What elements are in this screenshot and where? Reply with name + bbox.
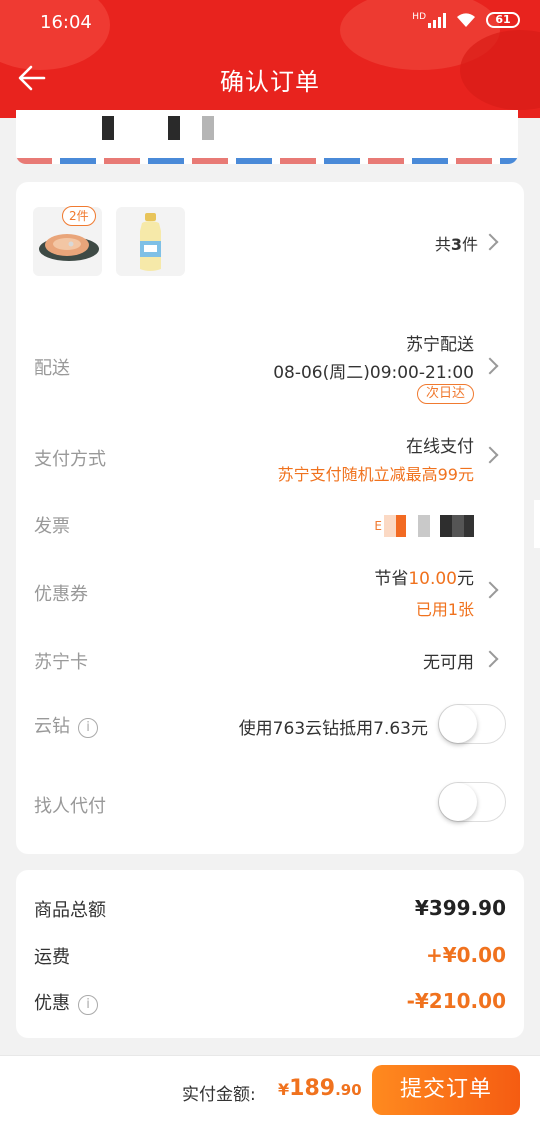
order-card: 2件 共3件 配送 苏宁配送 08-06(周二)09:00-21:00 次日达 …: [16, 182, 524, 854]
goods-total-value: ¥399.90: [414, 896, 506, 920]
discount-label-text: 优惠: [34, 993, 70, 1014]
delivery-label: 配送: [34, 358, 70, 379]
toggle-knob: [439, 705, 477, 743]
battery-icon: 61: [486, 12, 520, 28]
toggle-knob: [439, 783, 477, 821]
cloud-diamond-label: 云钻 i: [34, 712, 98, 738]
invoice-label: 发票: [34, 516, 70, 537]
suning-card-value: 无可用: [423, 653, 474, 673]
coupon-save-suffix: 元: [457, 569, 474, 589]
count-number: 3: [450, 235, 462, 254]
status-icons: HD 61: [412, 12, 520, 28]
masked-text: [102, 116, 114, 140]
quantity-badge: 2件: [62, 206, 96, 226]
count-prefix: 共: [434, 235, 451, 254]
shipping-value: +¥0.00: [425, 943, 506, 967]
item-count[interactable]: 共3件: [435, 231, 478, 255]
drink-bottle-image: [140, 213, 161, 271]
count-suffix: 件: [461, 235, 478, 254]
address-card[interactable]: [16, 110, 518, 164]
delivery-carrier: 苏宁配送: [406, 335, 474, 355]
scroll-edge: [534, 500, 540, 548]
coupon-save-prefix: 节省: [374, 569, 409, 589]
status-time: 16:04: [40, 12, 92, 33]
masked-text: [396, 515, 406, 537]
status-bar: 16:04 HD 61: [0, 0, 540, 48]
payment-label: 支付方式: [34, 449, 106, 470]
masked-text: [452, 515, 464, 537]
pay-label: 实付金额:: [182, 1085, 256, 1105]
coupon-save-amount: 10.00: [408, 569, 457, 589]
battery-level: 61: [495, 13, 511, 26]
pay-amount-decimal: .90: [335, 1081, 362, 1099]
cloud-diamond-value: 使用763云钻抵用7.63元: [238, 719, 428, 739]
masked-text: [168, 116, 180, 140]
masked-text: [440, 515, 452, 537]
chevron-right-icon: [481, 581, 499, 599]
info-icon[interactable]: i: [78, 717, 98, 738]
chevron-right-icon: [481, 233, 499, 251]
product-thumbnail-drink[interactable]: [116, 207, 185, 276]
next-day-badge-wrap: 次日达: [416, 382, 474, 404]
cloud-diamond-label-text: 云钻: [34, 716, 70, 737]
cloud-diamond-toggle[interactable]: [438, 704, 506, 744]
masked-text: [418, 515, 430, 537]
pay-amount: ¥189.90: [278, 1076, 362, 1101]
bottom-bar: 实付金额: ¥189.90 提交订单: [0, 1055, 540, 1124]
pay-amount-integer: 189: [289, 1076, 336, 1101]
masked-text: [464, 515, 474, 537]
network-label: HD: [412, 12, 426, 22]
signal-icon: [428, 12, 446, 28]
suning-card-label: 苏宁卡: [34, 652, 88, 673]
chevron-right-icon: [481, 357, 499, 375]
discount-value: -¥210.00: [406, 989, 506, 1013]
page-title: 确认订单: [220, 68, 320, 96]
proxy-pay-toggle[interactable]: [438, 782, 506, 822]
chevron-right-icon: [481, 446, 499, 464]
masked-text: [430, 515, 440, 537]
invoice-masked-value: E: [374, 515, 474, 537]
next-day-badge: 次日达: [416, 384, 474, 404]
submit-order-button[interactable]: 提交订单: [372, 1065, 520, 1115]
wifi-icon: [457, 13, 475, 27]
invoice-text: E: [374, 519, 382, 533]
coupon-used: 已用1张: [415, 600, 474, 619]
header: 16:04 HD 61 确认订单: [0, 0, 540, 118]
proxy-pay-label: 找人代付: [34, 796, 106, 817]
masked-text: [384, 515, 396, 537]
goods-total-label: 商品总额: [34, 900, 106, 921]
discount-label: 优惠 i: [34, 989, 98, 1015]
summary-card: 商品总额 ¥399.90 运费 +¥0.00 优惠 i -¥210.00: [16, 870, 524, 1038]
masked-text: [202, 116, 214, 140]
envelope-border: [16, 158, 518, 164]
masked-text: [406, 515, 418, 537]
pay-currency: ¥: [278, 1080, 290, 1099]
coupon-label: 优惠券: [34, 584, 88, 605]
info-icon[interactable]: i: [78, 994, 98, 1015]
payment-method: 在线支付: [406, 437, 474, 457]
nav-bar: 确认订单: [0, 52, 540, 104]
coupon-savings: 节省10.00元: [374, 564, 474, 589]
payment-promo: 苏宁支付随机立减最高99元: [277, 465, 474, 484]
chevron-right-icon: [481, 650, 499, 668]
delivery-time: 08-06(周二)09:00-21:00: [273, 363, 474, 383]
shipping-label: 运费: [34, 947, 70, 968]
